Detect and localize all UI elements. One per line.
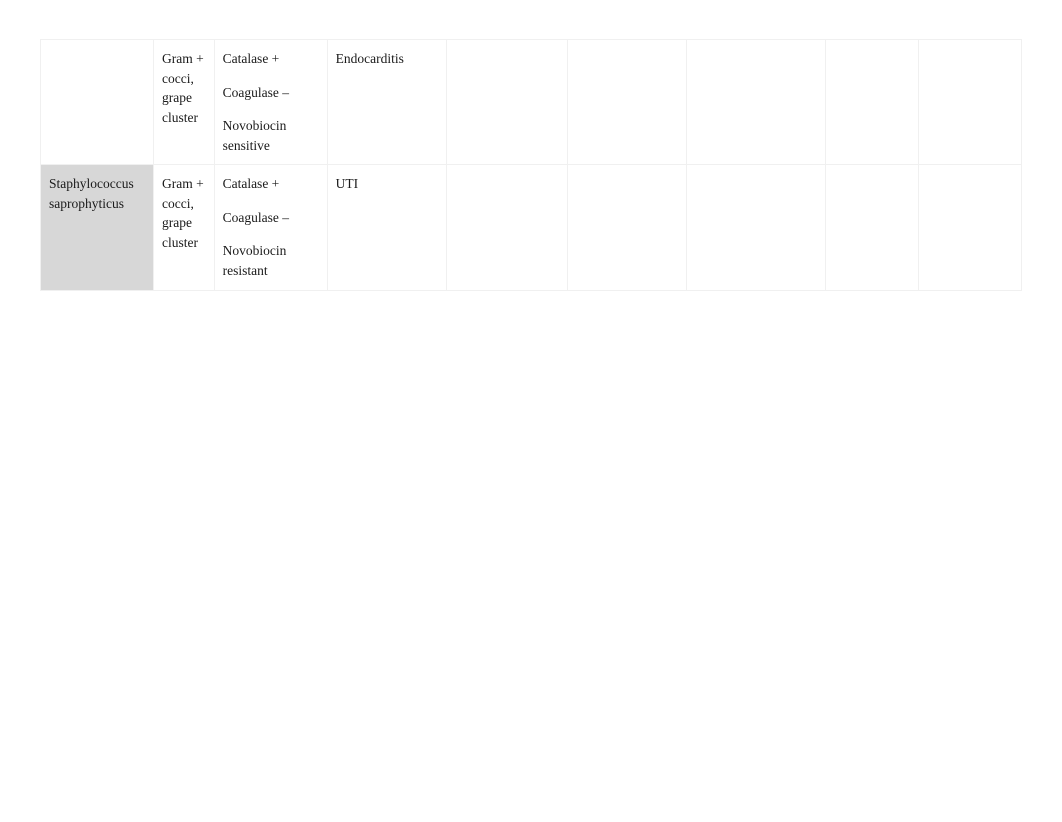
cell-disease: Endocarditis bbox=[326, 38, 447, 166]
table-row: Staphylococcus saprophyticus Gram + cocc… bbox=[39, 164, 1023, 291]
organism-characteristics-table: Gram + cocci, grape cluster Catalase + C… bbox=[39, 38, 1023, 291]
organism-name-text: Staphylococcus saprophyticus bbox=[49, 176, 134, 211]
gram-line-1: Gram + bbox=[162, 176, 204, 192]
lab-test-2: Coagulase – bbox=[222, 209, 289, 225]
gram-line-3: grape bbox=[162, 90, 193, 106]
disease-text: Endocarditis bbox=[335, 51, 404, 66]
cell-empty-5 bbox=[917, 38, 1023, 166]
gram-line-4: cluster bbox=[162, 234, 199, 250]
cell-empty-3 bbox=[685, 38, 827, 166]
cell-empty-2 bbox=[566, 38, 687, 166]
gram-line-1: Gram + bbox=[162, 51, 204, 66]
lab-test-3: Novobiocin sensitive bbox=[222, 118, 287, 153]
gram-line-2: cocci, bbox=[162, 70, 194, 86]
cell-empty-3 bbox=[685, 164, 827, 291]
gram-line-3: grape bbox=[162, 215, 193, 231]
cell-lab-tests: Catalase + Coagulase – Novobiocin sensit… bbox=[213, 38, 328, 166]
lab-test-3: Novobiocin resistant bbox=[222, 243, 287, 278]
table-row: Gram + cocci, grape cluster Catalase + C… bbox=[39, 38, 1023, 166]
cell-empty-1 bbox=[445, 38, 568, 166]
cell-disease: UTI bbox=[326, 164, 447, 291]
gram-line-2: cocci, bbox=[162, 195, 194, 211]
lab-test-1: Catalase + bbox=[222, 176, 280, 192]
cell-gram-morphology: Gram + cocci, grape cluster bbox=[153, 164, 215, 291]
disease-text: UTI bbox=[335, 176, 359, 192]
lab-test-1: Catalase + bbox=[222, 51, 280, 66]
cell-empty-4 bbox=[825, 38, 919, 166]
cell-empty-2 bbox=[566, 164, 687, 291]
cell-lab-tests: Catalase + Coagulase – Novobiocin resist… bbox=[213, 164, 328, 291]
cell-empty-4 bbox=[825, 164, 919, 291]
gram-line-4: cluster bbox=[162, 109, 199, 125]
cell-organism-name: Staphylococcus saprophyticus bbox=[39, 164, 155, 291]
cell-organism-name bbox=[39, 38, 155, 166]
lab-test-2: Coagulase – bbox=[222, 84, 289, 100]
document-page: Gram + cocci, grape cluster Catalase + C… bbox=[0, 0, 1062, 822]
cell-empty-5 bbox=[917, 164, 1023, 291]
cell-empty-1 bbox=[445, 164, 568, 291]
cell-gram-morphology: Gram + cocci, grape cluster bbox=[153, 38, 215, 166]
